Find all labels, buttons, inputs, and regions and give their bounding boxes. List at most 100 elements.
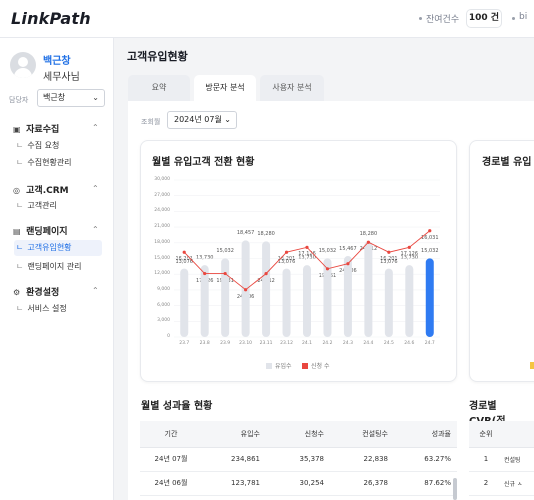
column-header[interactable] xyxy=(503,421,534,448)
table-header-row: 순위 xyxy=(469,421,534,448)
table-cell: 2 xyxy=(469,471,503,496)
chevron-up-icon[interactable]: ⌃ xyxy=(92,184,99,193)
sidebar-item-collect-request[interactable]: ㄴ 수집 요청 xyxy=(16,138,104,154)
nav-section-data-collection[interactable]: ▣ 자료수집 xyxy=(13,122,59,135)
column-header[interactable]: 신청수 xyxy=(266,421,330,448)
line-value-label: 19,031 xyxy=(318,272,337,279)
manager-select-value: 백근창 xyxy=(43,93,66,102)
tab-visitor-analysis[interactable]: 방문자 분석 xyxy=(194,75,256,101)
column-header[interactable]: 컨설팅수 xyxy=(330,421,394,448)
user-name: 백근창 xyxy=(43,56,71,67)
sidebar-item-label: 수집현황관리 xyxy=(27,158,72,167)
y-tick-label: 24,000 xyxy=(154,208,170,214)
table-row[interactable]: 2 신규 ㅅ xyxy=(469,471,534,496)
y-tick-label: 9,000 xyxy=(157,286,170,292)
crm-icon: ◎ xyxy=(13,186,20,195)
bullet-icon xyxy=(512,17,515,20)
user-role: 세무사님 xyxy=(43,72,80,83)
box-icon: ▣ xyxy=(13,125,21,134)
sidebar-item-service-settings[interactable]: ㄴ 서비스 설정 xyxy=(16,301,104,317)
branch-icon: ㄴ xyxy=(16,304,24,313)
nav-section-landing[interactable]: ▤ 랜딩페이지 xyxy=(13,224,68,237)
table-scrollbar[interactable] xyxy=(453,478,457,500)
y-tick-label: 3,000 xyxy=(157,318,170,324)
x-tick-label: 24.6 xyxy=(404,341,415,346)
line-value-label: 24,112 xyxy=(359,246,378,253)
period-select[interactable]: 2024년 07월 ⌄ xyxy=(167,111,237,129)
branch-icon: ㄴ xyxy=(16,158,24,167)
x-tick-label: 24.5 xyxy=(383,341,394,346)
chevron-down-icon: ⌄ xyxy=(92,93,99,102)
table-cell: 컨설팅 xyxy=(503,447,534,472)
y-tick-label: 30,000 xyxy=(154,177,170,182)
line-value-label: 24,006 xyxy=(339,267,357,274)
x-tick-label: 23.7 xyxy=(179,341,190,346)
table-row[interactable]: 1 컨설팅 xyxy=(469,447,534,472)
table-cell: 63.27% xyxy=(394,447,457,472)
tab-user-analysis[interactable]: 사용자 분석 xyxy=(260,75,324,101)
nav-section-settings[interactable]: ⚙ 환경설정 xyxy=(13,285,59,298)
line-value-label: 17,126 xyxy=(298,251,316,258)
nav-section-crm[interactable]: ◎ 고객.CRM xyxy=(13,183,69,196)
y-tick-label: 0 xyxy=(167,334,170,339)
manager-select[interactable]: 백근창 ⌄ xyxy=(37,89,105,107)
avatar xyxy=(10,52,36,78)
table-cell: 24년 07월 xyxy=(140,447,202,472)
column-header[interactable]: 순위 xyxy=(469,421,503,448)
legend-swatch xyxy=(302,363,308,369)
line-value-label: 24,006 xyxy=(236,293,255,300)
app-logo[interactable]: LinkPath xyxy=(11,9,91,28)
column-header[interactable]: 유입수 xyxy=(202,421,266,448)
bar-value-label: 18,280 xyxy=(257,231,275,238)
x-tick-label: 23.11 xyxy=(259,341,273,346)
chevron-down-icon: ⌄ xyxy=(224,115,231,124)
branch-icon: ㄴ xyxy=(16,243,24,252)
sidebar-item-collect-status[interactable]: ㄴ 수집현황관리 xyxy=(16,155,104,171)
legend-item-inflow: 유입수 xyxy=(266,361,292,370)
chevron-up-icon[interactable]: ⌃ xyxy=(92,286,99,295)
line-value-label: 17,126 xyxy=(400,251,419,258)
branch-icon: ㄴ xyxy=(16,141,24,150)
sidebar-item-landing-manage[interactable]: ㄴ 랜딩페이지 관리 xyxy=(16,259,104,275)
sidebar-item-label: 랜딩페이지 관리 xyxy=(27,262,82,271)
table-cell: 22,838 xyxy=(330,447,394,472)
y-tick-label: 18,000 xyxy=(154,239,170,245)
y-tick-label: 21,000 xyxy=(154,224,170,230)
chevron-up-icon[interactable]: ⌃ xyxy=(92,123,99,132)
chevron-up-icon[interactable]: ⌃ xyxy=(92,225,99,234)
legend-item-apply: 신청 수 xyxy=(302,361,329,370)
sidebar-item-inflow-status[interactable]: ㄴ 고객유입현황 xyxy=(14,240,102,256)
line-value-label: 16,201 xyxy=(175,256,193,263)
y-tick-label: 27,000 xyxy=(154,192,170,198)
bar-value-label: 15,032 xyxy=(421,248,439,255)
x-tick-label: 23.10 xyxy=(239,341,253,346)
balance-badge[interactable]: 100 건 xyxy=(466,9,502,28)
table-header-row: 기간 유입수 신청수 컨설팅수 성과율 xyxy=(140,421,457,448)
table-row[interactable]: 24년 07월 234,861 35,378 22,838 63.27% xyxy=(140,447,457,472)
manager-label: 담당자 xyxy=(9,96,29,104)
sidebar-item-label: 서비스 설정 xyxy=(27,304,67,313)
table-cell: 30,254 xyxy=(266,471,330,496)
x-tick-label: 23.9 xyxy=(220,341,231,346)
x-tick-label: 24.1 xyxy=(301,341,313,346)
legend-swatch xyxy=(530,362,534,369)
legend-swatch xyxy=(266,363,272,369)
x-tick-label: 23.8 xyxy=(199,341,210,346)
table-row[interactable]: 24년 06월 123,781 30,254 26,378 87.62% xyxy=(140,471,457,496)
x-tick-label: 24.3 xyxy=(342,341,353,346)
legend-label: 신청 수 xyxy=(311,363,330,370)
nav-section-label: 랜딩페이지 xyxy=(26,227,68,237)
bar-value-label: 18,280 xyxy=(359,231,378,238)
sidebar-item-customers[interactable]: ㄴ 고객관리 xyxy=(16,198,104,214)
column-header[interactable]: 기간 xyxy=(140,421,202,448)
cvr-table: 순위 1 컨설팅 2 신규 ㅅ xyxy=(469,421,534,496)
branch-icon: ㄴ xyxy=(16,201,24,210)
column-header[interactable]: 성과율 xyxy=(394,421,457,448)
y-tick-label: 12,000 xyxy=(154,271,170,277)
nav-section-label: 자료수집 xyxy=(26,125,60,135)
y-tick-label: 15,000 xyxy=(154,255,170,261)
table-cell: 1 xyxy=(469,447,503,472)
line-value-label: 16,031 xyxy=(421,234,439,241)
tab-summary[interactable]: 요약 xyxy=(128,75,190,101)
line-value-label: 24,112 xyxy=(257,277,275,284)
